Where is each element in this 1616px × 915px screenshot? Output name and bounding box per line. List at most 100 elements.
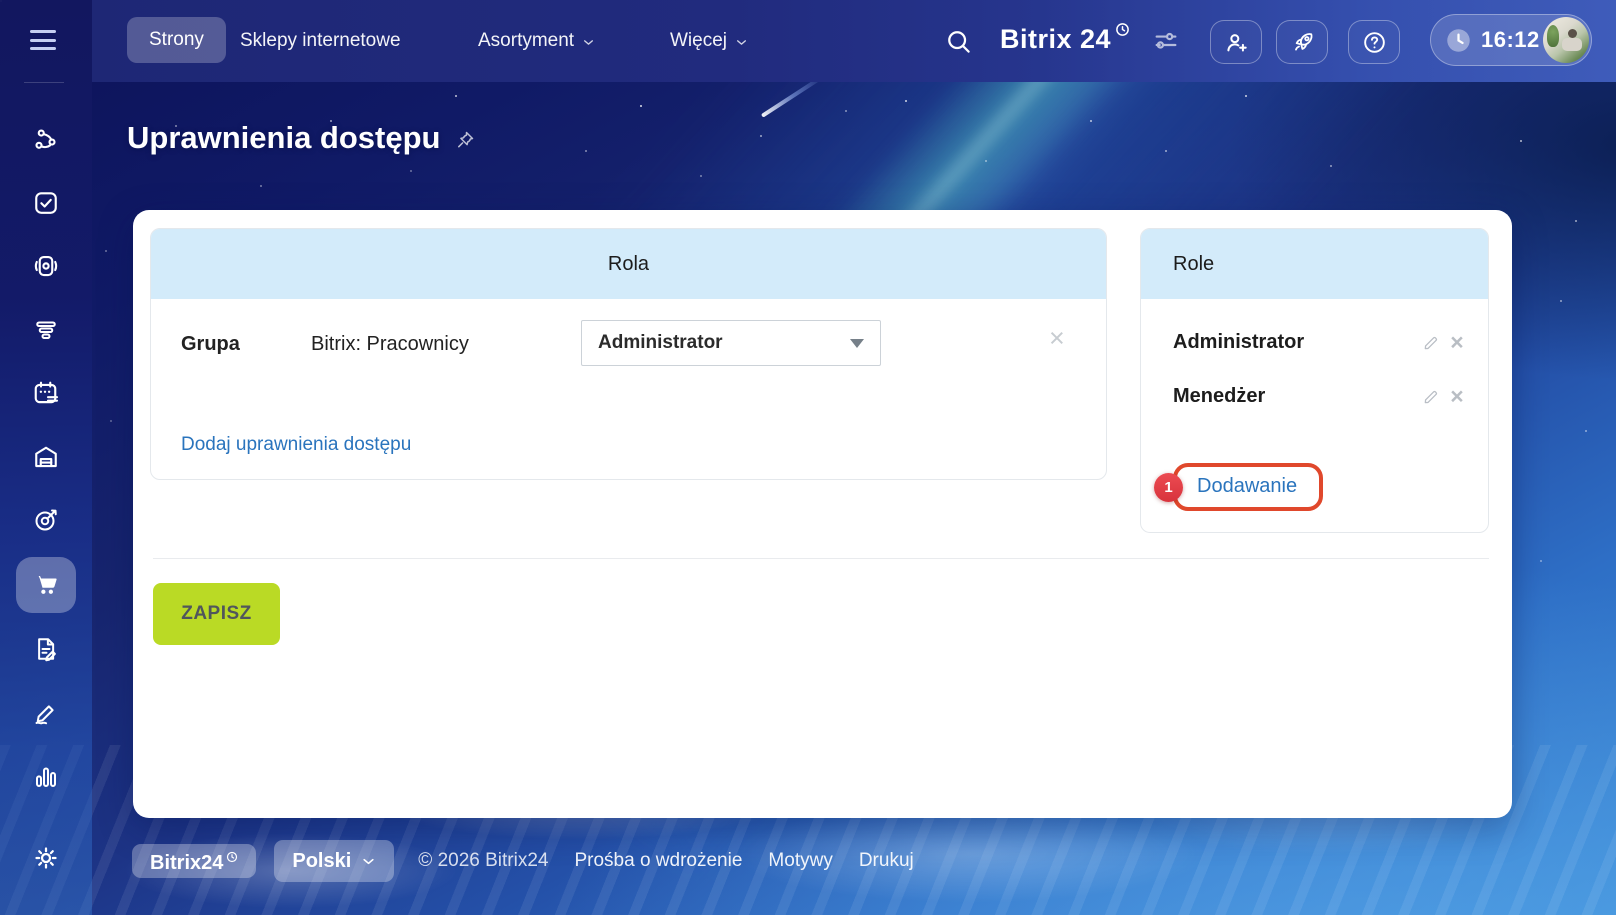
sidebar-item-analytics[interactable]	[16, 749, 76, 805]
rola-header: Rola	[151, 229, 1106, 299]
tab-strony-label: Strony	[149, 29, 204, 51]
copyright: © 2026 Bitrix24	[418, 850, 548, 872]
role-select[interactable]: Administrator	[581, 320, 881, 366]
tab-strony[interactable]: Strony	[127, 17, 226, 63]
sidebar-item-documents[interactable]	[16, 621, 76, 677]
target-icon	[31, 505, 61, 535]
chevron-down-icon	[582, 36, 595, 49]
group-value: Bitrix: Pracownicy	[311, 333, 469, 356]
sidebar-item-marketing[interactable]	[16, 492, 76, 548]
sidebar-item-contact-center[interactable]	[16, 238, 76, 294]
role-name: Administrator	[1173, 331, 1418, 354]
sales-funnel-icon	[31, 315, 61, 345]
tab-sklepy-internetowe[interactable]: Sklepy internetowe	[240, 0, 401, 82]
search-button[interactable]	[945, 0, 972, 82]
launch-button[interactable]	[1276, 20, 1328, 64]
pencil-icon	[1422, 387, 1441, 406]
question-icon	[1361, 29, 1388, 56]
delete-role-button[interactable]: ×	[1444, 331, 1470, 354]
chevron-down-icon	[735, 36, 748, 49]
sidebar-item-warehouse[interactable]	[16, 429, 76, 485]
footer-brand-label: Bitrix24	[150, 852, 223, 875]
add-role-link[interactable]: Dodawanie	[1197, 475, 1297, 497]
page-title-row: Uprawnienia dostępu	[127, 120, 478, 156]
save-button[interactable]: ZAPISZ	[153, 583, 280, 645]
menu-hamburger-button[interactable]	[30, 30, 56, 50]
gear-icon	[31, 843, 61, 873]
role-header: Role	[1141, 229, 1488, 299]
role-header-label: Role	[1173, 253, 1214, 276]
logo-clock-icon	[226, 851, 238, 863]
tab-sklepy-label: Sklepy internetowe	[240, 30, 401, 52]
top-bar: Strony Sklepy internetowe Asortyment Wię…	[92, 0, 1616, 82]
language-selector[interactable]: Polski	[274, 840, 394, 882]
role-row-administrator: Administrator ×	[1173, 327, 1470, 357]
annotation-highlight-box: Dodawanie	[1173, 463, 1323, 511]
tab-asortyment[interactable]: Asortyment	[478, 0, 595, 82]
group-label: Grupa	[181, 333, 240, 356]
sidebar-item-collaboration[interactable]	[16, 112, 76, 168]
rocket-icon	[1289, 29, 1316, 56]
sidebar-item-online-store[interactable]	[16, 557, 76, 613]
pin-icon[interactable]	[454, 129, 478, 153]
share-network-icon	[31, 125, 61, 155]
sidebar-item-tasks[interactable]	[16, 175, 76, 231]
footer: Bitrix24 Polski © 2026 Bitrix24 Prośba o…	[92, 838, 1616, 884]
bitrix24-app: Strony Sklepy internetowe Asortyment Wię…	[0, 0, 1616, 915]
step-badge: 1	[1154, 473, 1183, 502]
add-role-annotation: 1 Dodawanie	[1154, 463, 1323, 511]
remove-permission-button[interactable]: ×	[1049, 325, 1065, 352]
bar-chart-icon	[31, 762, 61, 792]
shopping-cart-icon	[31, 570, 61, 600]
permissions-panel: Rola Grupa Bitrix: Pracownicy Administra…	[133, 210, 1512, 818]
clock-widget[interactable]: 16:12	[1430, 14, 1592, 66]
role-select-value: Administrator	[598, 332, 850, 354]
chevron-down-icon	[361, 854, 376, 869]
edit-role-button[interactable]	[1418, 333, 1444, 352]
sidebar-divider	[24, 82, 64, 83]
calendar-icon	[31, 378, 61, 408]
avatar-person	[1568, 29, 1577, 38]
avatar-body	[1562, 38, 1582, 51]
sidebar-item-calendar[interactable]	[16, 365, 76, 421]
delete-role-button[interactable]: ×	[1444, 385, 1470, 408]
logo-clock-icon	[1115, 22, 1130, 37]
signature-pen-icon	[31, 698, 61, 728]
task-check-icon	[31, 188, 61, 218]
sidebar-item-crm-funnel[interactable]	[16, 302, 76, 358]
edit-role-button[interactable]	[1418, 387, 1444, 406]
avatar-plant	[1547, 25, 1559, 47]
search-icon	[945, 28, 972, 55]
left-sidebar	[0, 0, 92, 915]
avatar[interactable]	[1543, 17, 1589, 63]
tab-wiecej[interactable]: Więcej	[670, 0, 748, 82]
sidebar-item-settings[interactable]	[16, 830, 76, 886]
pencil-icon	[1422, 333, 1441, 352]
clock-icon	[1445, 27, 1472, 54]
sidebar-item-esignature[interactable]	[16, 685, 76, 741]
sliders-icon	[1152, 27, 1180, 55]
bitrix24-logo[interactable]: Bitrix 24	[1000, 0, 1130, 82]
footer-link-themes[interactable]: Motywy	[768, 850, 832, 872]
role-name: Menedżer	[1173, 385, 1418, 408]
footer-link-print[interactable]: Drukuj	[859, 850, 914, 872]
add-permission-link[interactable]: Dodaj uprawnienia dostępu	[181, 434, 411, 456]
rola-header-label: Rola	[608, 253, 649, 276]
permission-row: Grupa Bitrix: Pracownicy Administrator ×	[151, 299, 1106, 399]
person-add-icon	[1223, 29, 1250, 56]
settings-sliders-button[interactable]	[1152, 0, 1180, 82]
page-title: Uprawnienia dostępu	[127, 120, 440, 156]
contact-center-icon	[31, 251, 61, 281]
tab-asortyment-label: Asortyment	[478, 30, 574, 52]
document-edit-icon	[31, 634, 61, 664]
role-row-menedzer: Menedżer ×	[1173, 381, 1470, 411]
help-button[interactable]	[1348, 20, 1400, 64]
select-caret-icon	[850, 339, 864, 348]
footer-link-implementation[interactable]: Prośba o wdrożenie	[574, 850, 742, 872]
footer-brand[interactable]: Bitrix24	[132, 844, 256, 878]
invite-user-button[interactable]	[1210, 20, 1262, 64]
language-label: Polski	[292, 850, 351, 873]
access-permissions-table: Rola Grupa Bitrix: Pracownicy Administra…	[150, 228, 1107, 480]
warehouse-icon	[31, 442, 61, 472]
tab-wiecej-label: Więcej	[670, 30, 727, 52]
